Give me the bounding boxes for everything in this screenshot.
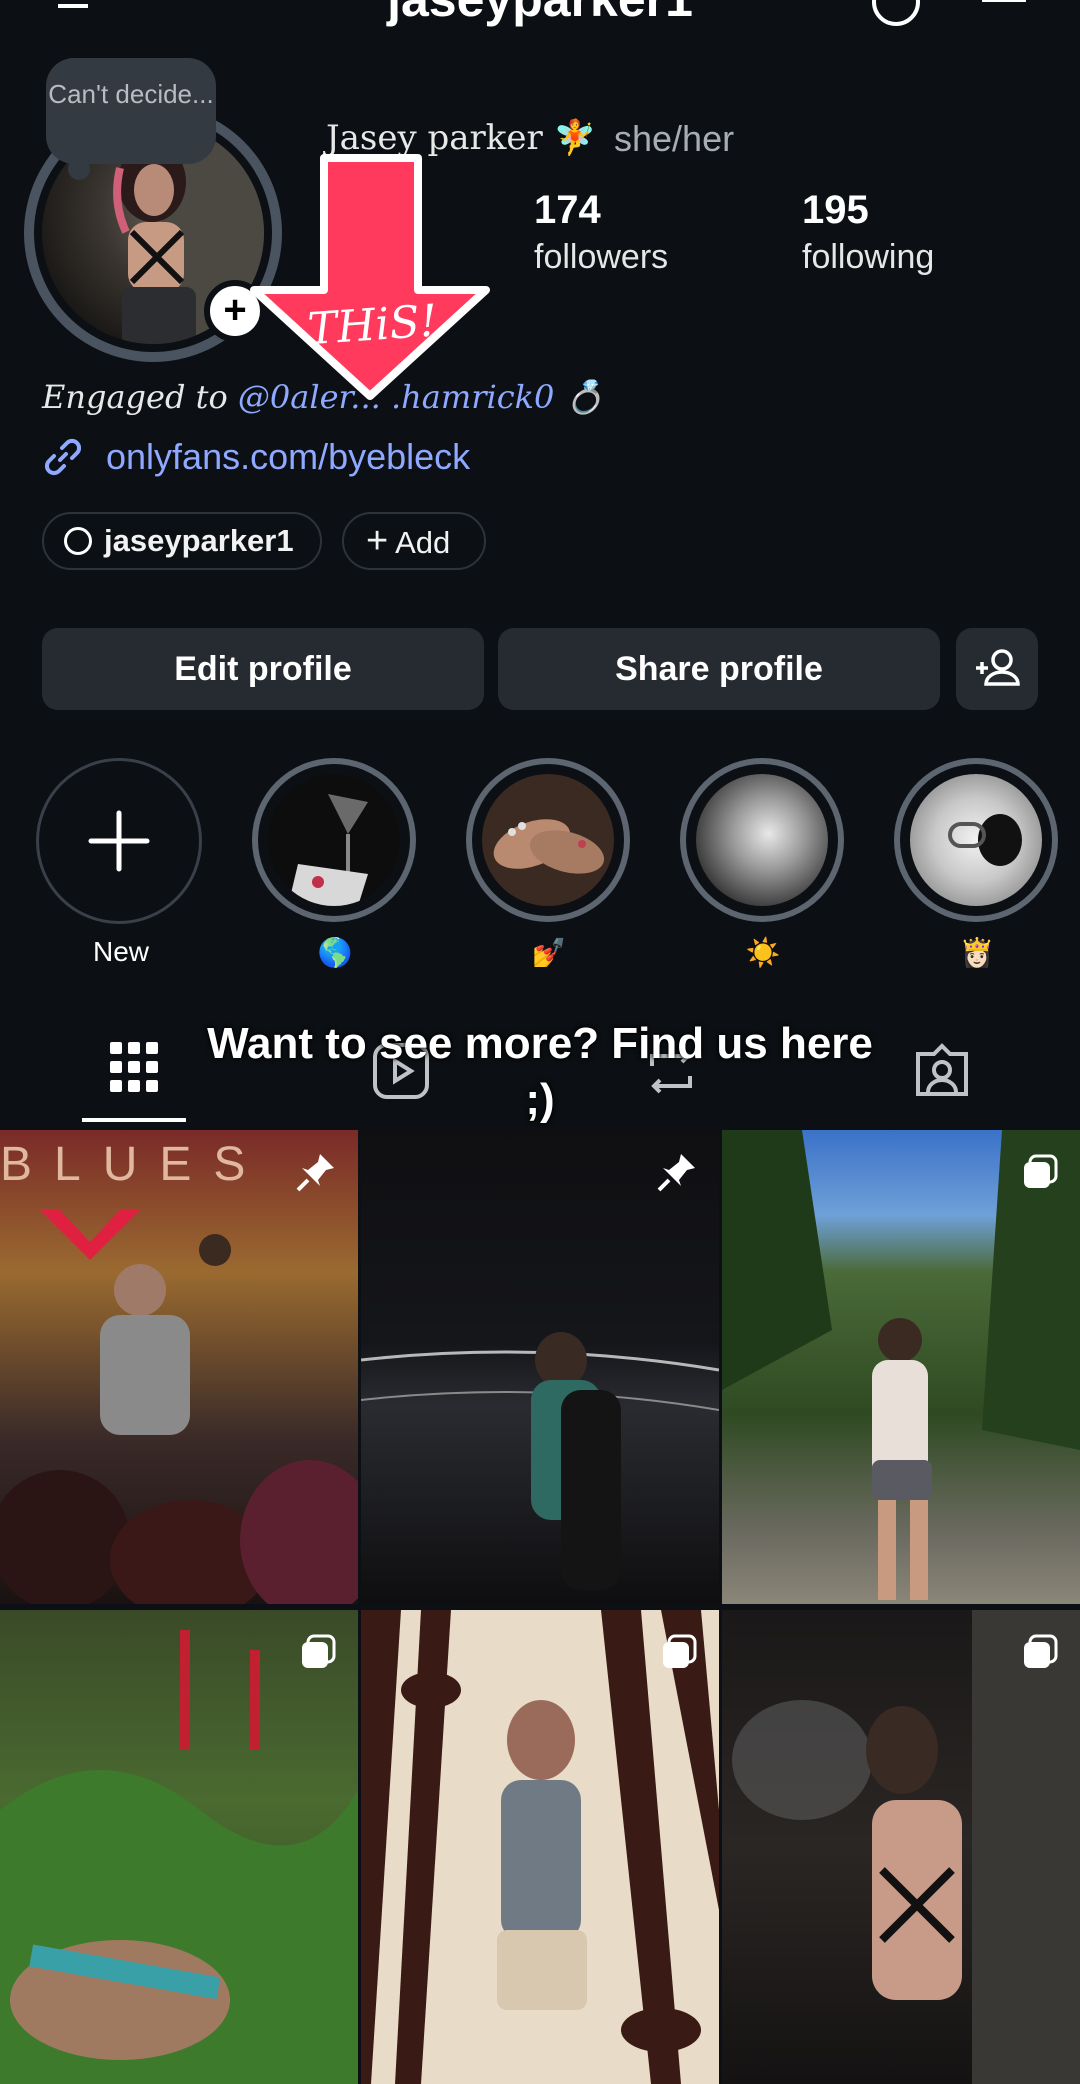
- pin-icon: [657, 1154, 695, 1192]
- pin-icon: [296, 1154, 334, 1192]
- highlight-cover: [910, 774, 1042, 906]
- threads-badge[interactable]: jaseyparker1: [42, 512, 322, 570]
- highlight-label: 🌎: [317, 937, 353, 968]
- followers-label[interactable]: followers: [534, 238, 668, 277]
- discover-people-button[interactable]: [956, 628, 1038, 710]
- carousel-icon: [302, 1634, 336, 1668]
- highlight-label: 💅: [531, 937, 567, 968]
- following-count[interactable]: 195: [802, 188, 869, 233]
- carousel-icon: [663, 1634, 697, 1668]
- carousel-icon: [1024, 1634, 1058, 1668]
- post-thumbnail[interactable]: [0, 1610, 358, 2084]
- highlight-cover: [482, 774, 614, 906]
- plus-icon: +: [366, 520, 389, 562]
- highlight-label: 👸🏻: [959, 937, 995, 968]
- concert-sign: BLUES: [0, 1138, 267, 1191]
- video-caption-overlay: Want to see more? Find us here ;): [207, 1019, 873, 1124]
- post-thumbnail[interactable]: [722, 1130, 1080, 1604]
- following-label[interactable]: following: [802, 238, 934, 277]
- arrow-sticker: THiS!: [250, 154, 490, 400]
- link-icon: [44, 438, 82, 476]
- plus-icon: [88, 810, 150, 872]
- highlight-label: New: [92, 936, 149, 967]
- add-person-icon: [976, 649, 1020, 686]
- menu-icon[interactable]: [982, 0, 1026, 2]
- post-thumbnail[interactable]: [722, 1610, 1080, 2084]
- highlight-cover: [696, 774, 828, 906]
- active-tab-indicator: [82, 1118, 186, 1122]
- pronouns: she/her: [614, 118, 735, 159]
- post-thumbnail[interactable]: [361, 1610, 719, 2084]
- new-highlight-button[interactable]: [36, 758, 202, 924]
- post-thumbnail[interactable]: BLUES: [0, 1130, 358, 1604]
- threads-icon: [64, 526, 92, 555]
- highlight-label: ☀️: [745, 937, 781, 968]
- post-thumbnail[interactable]: [361, 1130, 719, 1604]
- profile-link[interactable]: onlyfans.com/byebleck: [106, 436, 470, 478]
- note-bubble[interactable]: Can't decide...: [46, 58, 216, 164]
- sticker-text: THiS!: [306, 295, 439, 355]
- share-profile-button[interactable]: Share profile: [498, 628, 940, 710]
- tagged-tab-icon[interactable]: [912, 1040, 972, 1100]
- add-link-button[interactable]: + Add: [342, 512, 486, 570]
- edit-profile-button[interactable]: Edit profile: [42, 628, 484, 710]
- carousel-icon: [1024, 1154, 1058, 1188]
- grid-tab-icon[interactable]: [108, 1040, 160, 1096]
- highlight-cover: [268, 774, 400, 906]
- followers-count[interactable]: 174: [534, 188, 601, 233]
